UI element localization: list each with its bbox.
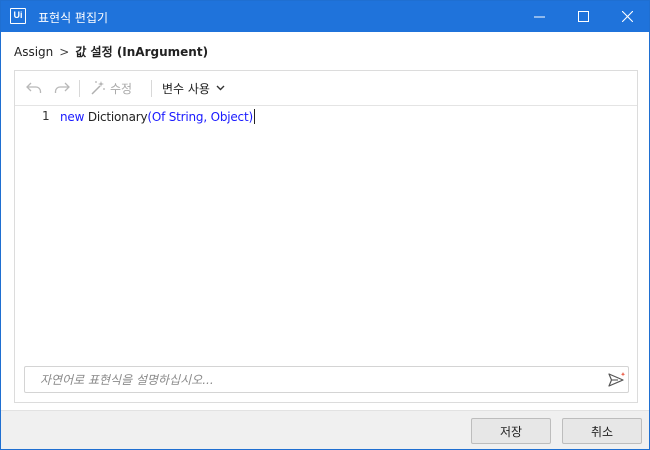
send-button[interactable] bbox=[608, 372, 626, 388]
toolbar-divider bbox=[151, 80, 152, 97]
toolbar-divider bbox=[79, 80, 80, 97]
window-title: 표현식 편집기 bbox=[38, 11, 109, 25]
natural-language-prompt bbox=[24, 366, 629, 393]
fix-button[interactable]: 수정 bbox=[90, 79, 132, 97]
redo-icon bbox=[54, 82, 70, 93]
text-caret bbox=[253, 109, 255, 124]
title-bar: Ui 표현식 편집기 bbox=[1, 1, 649, 32]
close-icon bbox=[621, 11, 633, 22]
code-editor[interactable]: 1 new Dictionary(Of String, Object) bbox=[15, 107, 637, 362]
maximize-icon bbox=[577, 11, 589, 22]
undo-icon bbox=[26, 82, 42, 93]
breadcrumb: Assign > 값 설정 (InArgument) bbox=[14, 43, 208, 60]
minimize-icon bbox=[533, 16, 545, 18]
uipath-logo: Ui bbox=[10, 8, 26, 24]
expression-editor-window: Ui 표현식 편집기 Assign > 값 설정 (InArgument) 수정 bbox=[0, 0, 650, 450]
code-keyword: new bbox=[60, 110, 85, 124]
code-line[interactable]: new Dictionary(Of String, Object) bbox=[60, 109, 255, 124]
editor-toolbar: 수정 변수 사용 bbox=[15, 71, 637, 106]
breadcrumb-root[interactable]: Assign bbox=[14, 45, 53, 59]
breadcrumb-separator: > bbox=[59, 45, 70, 59]
line-number: 1 bbox=[42, 109, 50, 123]
dialog-footer: 저장 취소 bbox=[1, 410, 649, 449]
breadcrumb-current: 값 설정 (InArgument) bbox=[75, 45, 209, 59]
use-variables-label: 변수 사용 bbox=[162, 81, 210, 96]
close-button[interactable] bbox=[605, 1, 649, 32]
chevron-down-icon bbox=[216, 85, 225, 91]
prompt-input[interactable] bbox=[40, 372, 600, 388]
undo-button[interactable] bbox=[25, 80, 43, 96]
use-variables-dropdown[interactable]: 변수 사용 bbox=[162, 79, 225, 97]
cancel-button[interactable]: 취소 bbox=[562, 418, 642, 444]
code-type: Dictionary bbox=[84, 110, 148, 124]
code-generic-args: (Of String, Object) bbox=[147, 110, 253, 124]
maximize-button[interactable] bbox=[561, 1, 605, 32]
save-button[interactable]: 저장 bbox=[471, 418, 551, 444]
magic-wand-icon bbox=[91, 81, 105, 95]
minimize-button[interactable] bbox=[517, 1, 561, 32]
fix-label: 수정 bbox=[110, 81, 133, 96]
redo-button[interactable] bbox=[53, 80, 71, 96]
send-sparkle-icon bbox=[608, 372, 626, 387]
editor-panel: 수정 변수 사용 1 new Dictionary(Of String, Obj… bbox=[14, 70, 638, 403]
